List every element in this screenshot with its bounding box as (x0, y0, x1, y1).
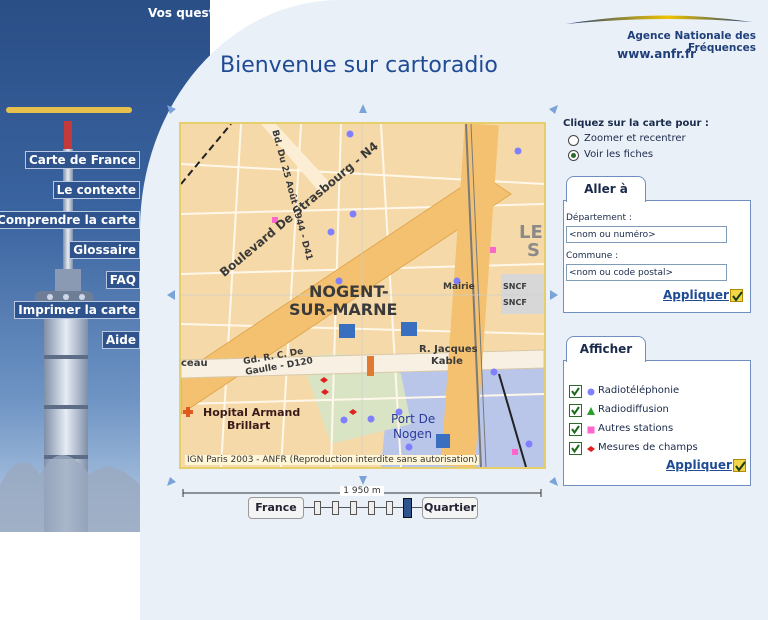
afficher-apply-link[interactable]: Appliquer (666, 458, 732, 472)
map-label-port-line2: Nogen (393, 427, 432, 441)
radio-zoomer-label: Zoomer et recentrer (584, 133, 686, 144)
layer-radiodiffusion-checkbox[interactable] (569, 404, 582, 417)
map-label-hopital-line2: Brillart (227, 419, 271, 432)
zoom-step-2[interactable] (332, 501, 339, 515)
commune-label: Commune : (566, 251, 619, 261)
commune-input[interactable] (566, 264, 727, 281)
pan-south-arrow[interactable] (359, 476, 367, 485)
map-label-port-line1: Port De (391, 412, 436, 426)
map-view[interactable]: NOGENT- SUR-MARNE Boulevard De Strasbour… (179, 122, 546, 469)
pan-north-arrow[interactable] (359, 104, 367, 113)
zoom-step-6-selected[interactable] (403, 498, 412, 518)
map-label-hopital-line1: Hopital Armand (203, 406, 301, 419)
layer-radiotelephonie-label: Radiotéléphonie (598, 385, 680, 396)
radio-voir-fiches-label: Voir les fiches (584, 149, 654, 160)
radio-zoomer[interactable] (568, 135, 579, 146)
map-label-mairie: Mairie (443, 282, 475, 292)
pan-east-arrow[interactable] (550, 290, 558, 300)
map-scale-value: 1 950 m (340, 486, 384, 496)
click-options-heading: Cliquez sur la carte pour : (563, 118, 709, 129)
map-label-jacques-line1: R. Jacques (419, 344, 478, 355)
mesures-champs-diamond-icon (587, 446, 595, 452)
zoom-slider[interactable]: France Quartier (248, 497, 478, 521)
map-label-jacques-line2: Kable (431, 356, 463, 367)
zoom-step-5[interactable] (386, 501, 393, 515)
radiotelephonie-dot-icon (587, 388, 595, 396)
zoom-step-3[interactable] (350, 501, 357, 515)
pan-southwest-arrow[interactable] (167, 477, 176, 486)
check-icon (571, 425, 580, 435)
map-label-s: S (527, 240, 540, 261)
check-icon (571, 444, 580, 454)
aller-tab[interactable]: Aller à (566, 176, 646, 202)
map-label-town-line2: SUR-MARNE (289, 300, 398, 319)
departement-input[interactable] (566, 226, 727, 243)
pan-northwest-arrow[interactable] (167, 105, 176, 114)
layer-radiodiffusion-label: Radiodiffusion (598, 404, 669, 415)
aller-apply-link[interactable]: Appliquer (663, 288, 729, 302)
check-icon (571, 387, 580, 397)
layer-autres-stations-label: Autres stations (598, 423, 674, 434)
autres-stations-square-icon (587, 426, 595, 434)
layer-mesures-champs-label: Mesures de champs (598, 442, 698, 453)
pan-southeast-arrow[interactable] (549, 477, 558, 486)
map-label-sncf-1: SNCF (503, 282, 527, 291)
pan-west-arrow[interactable] (167, 290, 175, 300)
layer-autres-stations-checkbox[interactable] (569, 423, 582, 436)
aller-apply-checkbox[interactable] (730, 289, 743, 302)
check-icon (732, 291, 743, 302)
layer-radiotelephonie-checkbox[interactable] (569, 385, 582, 398)
layer-mesures-champs-checkbox[interactable] (569, 442, 582, 455)
radio-voir-fiches[interactable] (568, 150, 579, 161)
afficher-tab[interactable]: Afficher (566, 336, 646, 362)
zoom-quartier-button[interactable]: Quartier (422, 497, 478, 519)
zoom-step-1[interactable] (314, 501, 321, 515)
check-icon (735, 461, 746, 472)
radiodiffusion-triangle-icon (587, 407, 595, 415)
map-copyright: IGN Paris 2003 - ANFR (Reproduction inte… (185, 455, 480, 465)
zoom-step-4[interactable] (368, 501, 375, 515)
pan-northeast-arrow[interactable] (549, 105, 558, 114)
zoom-france-button[interactable]: France (248, 497, 304, 519)
check-icon (571, 406, 580, 416)
map-label-sncf-2: SNCF (503, 298, 527, 307)
map-label-eau: ceau (181, 358, 208, 369)
afficher-apply-checkbox[interactable] (733, 459, 746, 472)
map-label-town-line1: NOGENT- (309, 282, 389, 301)
map-scale-text: 1 950 m (182, 486, 542, 496)
departement-label: Département : (566, 213, 632, 223)
